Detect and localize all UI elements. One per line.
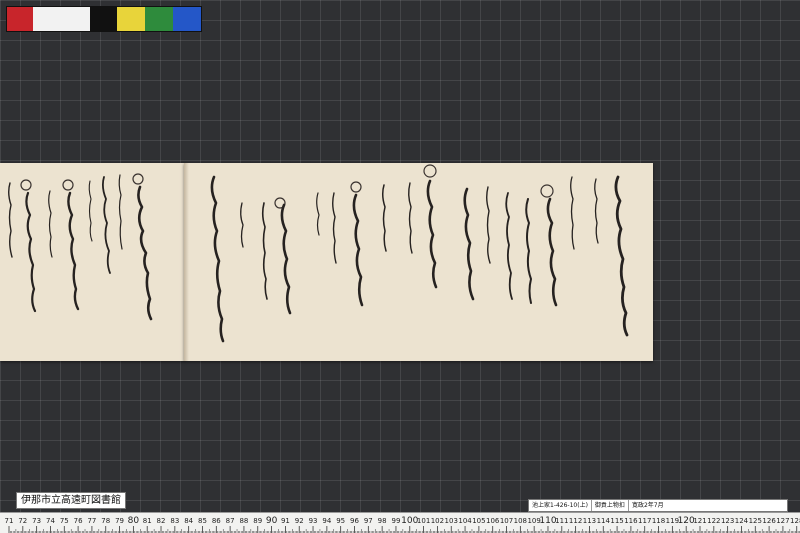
handwritten-text-left: [8, 173, 153, 321]
ruler-number: 87: [226, 517, 235, 525]
ruler-number: 116: [624, 517, 638, 525]
ruler-number: 122: [707, 517, 720, 525]
swatch-black: [90, 7, 117, 31]
ruler-number: 108: [514, 517, 527, 525]
catalog-label: 池上家1-426-10(上) 御貢上物扣 寛政2年7月: [528, 499, 788, 512]
color-calibration-chart: [6, 6, 202, 32]
ruler-number: 75: [60, 517, 69, 525]
ruler-number: 88: [239, 517, 248, 525]
ruler-number: 114: [597, 517, 611, 525]
ruler-number: 86: [212, 517, 221, 525]
ruler-number: 89: [253, 517, 262, 525]
ruler-number: 78: [101, 517, 110, 525]
ruler-number: 117: [638, 517, 651, 525]
ruler-number: 113: [583, 517, 596, 525]
catalog-date: 寛政2年7月: [631, 502, 664, 509]
ruler-number: 118: [652, 517, 665, 525]
ruler-number: 99: [391, 517, 400, 525]
ruler-number: 95: [336, 517, 345, 525]
swatch-yellow: [117, 7, 145, 31]
swatch-blue: [173, 7, 201, 31]
swatch-white: [33, 7, 90, 31]
ruler-scale: 71 72 73 74 75 76 77 78 79 80 81 82 83 84 85 86 87 88 89 90…: [5, 516, 800, 533]
ruler-number: 115: [610, 517, 623, 525]
ruler-number: 73: [32, 517, 41, 525]
ruler-number: 103: [445, 517, 458, 525]
ruler-number: 91: [281, 517, 290, 525]
ruler-number: 92: [295, 517, 304, 525]
ruler-number: 97: [364, 517, 373, 525]
ruler-number: 126: [762, 517, 776, 525]
ruler-number: 121: [693, 517, 706, 525]
ruler-number: 79: [115, 517, 124, 525]
catalog-call-number: 池上家1-426-10(上): [529, 500, 592, 511]
swatch-green: [145, 7, 173, 31]
ruler-number: 101: [417, 517, 430, 525]
scan-stage: 伊那市立高遠町図書館 池上家1-426-10(上) 御貢上物扣 寛政2年7月 7…: [0, 0, 800, 533]
ruler-number: 94: [322, 517, 331, 525]
ruler-number: 76: [74, 517, 83, 525]
ruler-number: 72: [18, 517, 27, 525]
ruler-number: 106: [486, 517, 500, 525]
ruler-number: 112: [569, 517, 582, 525]
manuscript-scroll: [0, 163, 653, 361]
manuscript-page-left: [0, 163, 185, 361]
ruler-number: 77: [87, 517, 96, 525]
ruler-number: 125: [749, 517, 762, 525]
library-label: 伊那市立高遠町図書館: [16, 492, 126, 509]
ruler-number: 80: [128, 516, 140, 526]
ruler-number: 102: [431, 517, 444, 525]
manuscript-page-right: [184, 163, 653, 361]
ruler-number: 105: [472, 517, 485, 525]
swatch-red: [7, 7, 33, 31]
ruler-number: 84: [184, 517, 193, 525]
measuring-ruler: 71 72 73 74 75 76 77 78 79 80 81 82 83 84 85 86 87 88 89 90…: [0, 512, 800, 533]
ruler-number: 83: [170, 517, 179, 525]
ruler-number: 107: [500, 517, 513, 525]
ruler-number: 98: [378, 517, 387, 525]
ruler-number: 111: [555, 517, 568, 525]
ruler-number: 128: [790, 517, 800, 525]
ruler-number: 93: [309, 517, 318, 525]
ruler-number: 104: [458, 517, 472, 525]
ruler-number: 71: [5, 517, 14, 525]
ruler-number: 127: [776, 517, 789, 525]
handwritten-text-right: [210, 164, 629, 343]
ruler-number: 123: [721, 517, 734, 525]
ruler-number: 96: [350, 517, 359, 525]
ruler-number: 90: [266, 516, 278, 526]
ruler-number: 81: [143, 517, 152, 525]
ruler-number: 74: [46, 517, 55, 525]
ruler-number: 124: [735, 517, 749, 525]
ruler-number: 85: [198, 517, 207, 525]
catalog-title: 御貢上物扣: [592, 500, 629, 511]
ruler-number: 82: [157, 517, 166, 525]
